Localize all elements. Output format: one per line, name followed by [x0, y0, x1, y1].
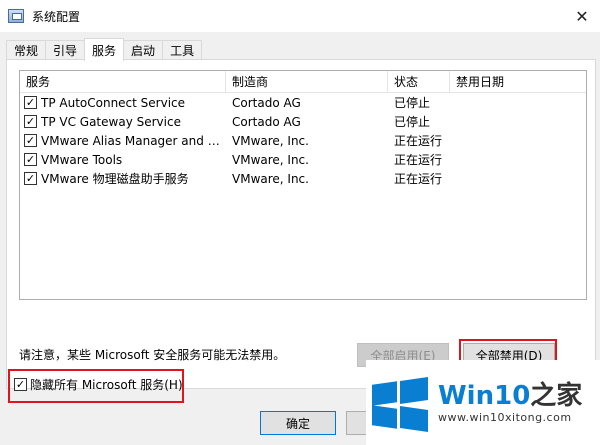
msconfig-app-icon	[8, 9, 24, 23]
watermark-brand: Win10之家	[438, 381, 583, 411]
service-vendor: VMware, Inc.	[232, 152, 309, 167]
service-status: 已停止	[394, 96, 431, 110]
service-checkbox[interactable]: ✓	[24, 172, 37, 185]
service-name: VMware 物理磁盘助手服务	[41, 172, 189, 186]
tab-boot[interactable]: 引导	[45, 40, 86, 60]
service-name: TP VC Gateway Service	[41, 114, 181, 129]
column-header-manufacturer[interactable]: 制造商	[226, 71, 388, 93]
service-vendor: VMware, Inc.	[232, 171, 309, 186]
service-status: 已停止	[394, 115, 431, 129]
service-row[interactable]: ✓ VMware Alias Manager and Tick... VMware…	[20, 131, 586, 150]
service-status: 正在运行	[394, 134, 443, 148]
close-icon: ✕	[575, 6, 589, 26]
service-row[interactable]: ✓ TP VC Gateway Service Cortado AG 已停止	[20, 112, 586, 131]
service-vendor: VMware, Inc.	[232, 133, 309, 148]
service-checkbox[interactable]: ✓	[24, 153, 37, 166]
service-name: VMware Alias Manager and Tick...	[41, 133, 226, 148]
hide-microsoft-services-highlight	[8, 369, 184, 403]
tab-startup[interactable]: 启动	[123, 40, 164, 60]
title-bar: 系统配置 ✕	[0, 0, 600, 32]
window-title: 系统配置	[32, 9, 81, 24]
service-status: 正在运行	[394, 172, 443, 186]
tab-strip: 常规 引导 服务 启动 工具	[6, 38, 203, 61]
service-status: 正在运行	[394, 153, 443, 167]
service-vendor: Cortado AG	[232, 114, 301, 129]
security-services-note: 请注意，某些 Microsoft 安全服务可能无法禁用。	[19, 348, 286, 362]
service-row[interactable]: ✓ TP AutoConnect Service Cortado AG 已停止	[20, 93, 586, 112]
column-header-status[interactable]: 状态	[388, 71, 450, 93]
column-header-service[interactable]: 服务	[20, 71, 226, 93]
service-name: TP AutoConnect Service	[41, 95, 186, 110]
service-checkbox[interactable]: ✓	[24, 96, 37, 109]
services-list[interactable]: 服务 制造商 状态 禁用日期 ✓ TP AutoConnect Service C…	[19, 70, 587, 300]
service-row[interactable]: ✓ VMware 物理磁盘助手服务 VMware, Inc. 正在运行	[20, 169, 586, 188]
list-header: 服务 制造商 状态 禁用日期	[20, 71, 586, 93]
service-name: VMware Tools	[41, 152, 123, 167]
tab-general[interactable]: 常规	[6, 40, 47, 60]
tab-tools[interactable]: 工具	[162, 40, 203, 60]
watermark-url: www.win10xitong.com	[438, 411, 572, 424]
windows-logo-icon	[372, 376, 428, 432]
service-row[interactable]: ✓ VMware Tools VMware, Inc. 正在运行	[20, 150, 586, 169]
tab-services[interactable]: 服务	[84, 38, 125, 61]
win10-watermark: Win10之家 www.win10xitong.com	[366, 360, 600, 445]
ok-button[interactable]: 确定	[260, 411, 336, 435]
service-checkbox[interactable]: ✓	[24, 134, 37, 147]
service-checkbox[interactable]: ✓	[24, 115, 37, 128]
column-header-disabled-date[interactable]: 禁用日期	[450, 71, 586, 93]
service-vendor: Cortado AG	[232, 95, 301, 110]
close-button[interactable]: ✕	[564, 0, 600, 32]
